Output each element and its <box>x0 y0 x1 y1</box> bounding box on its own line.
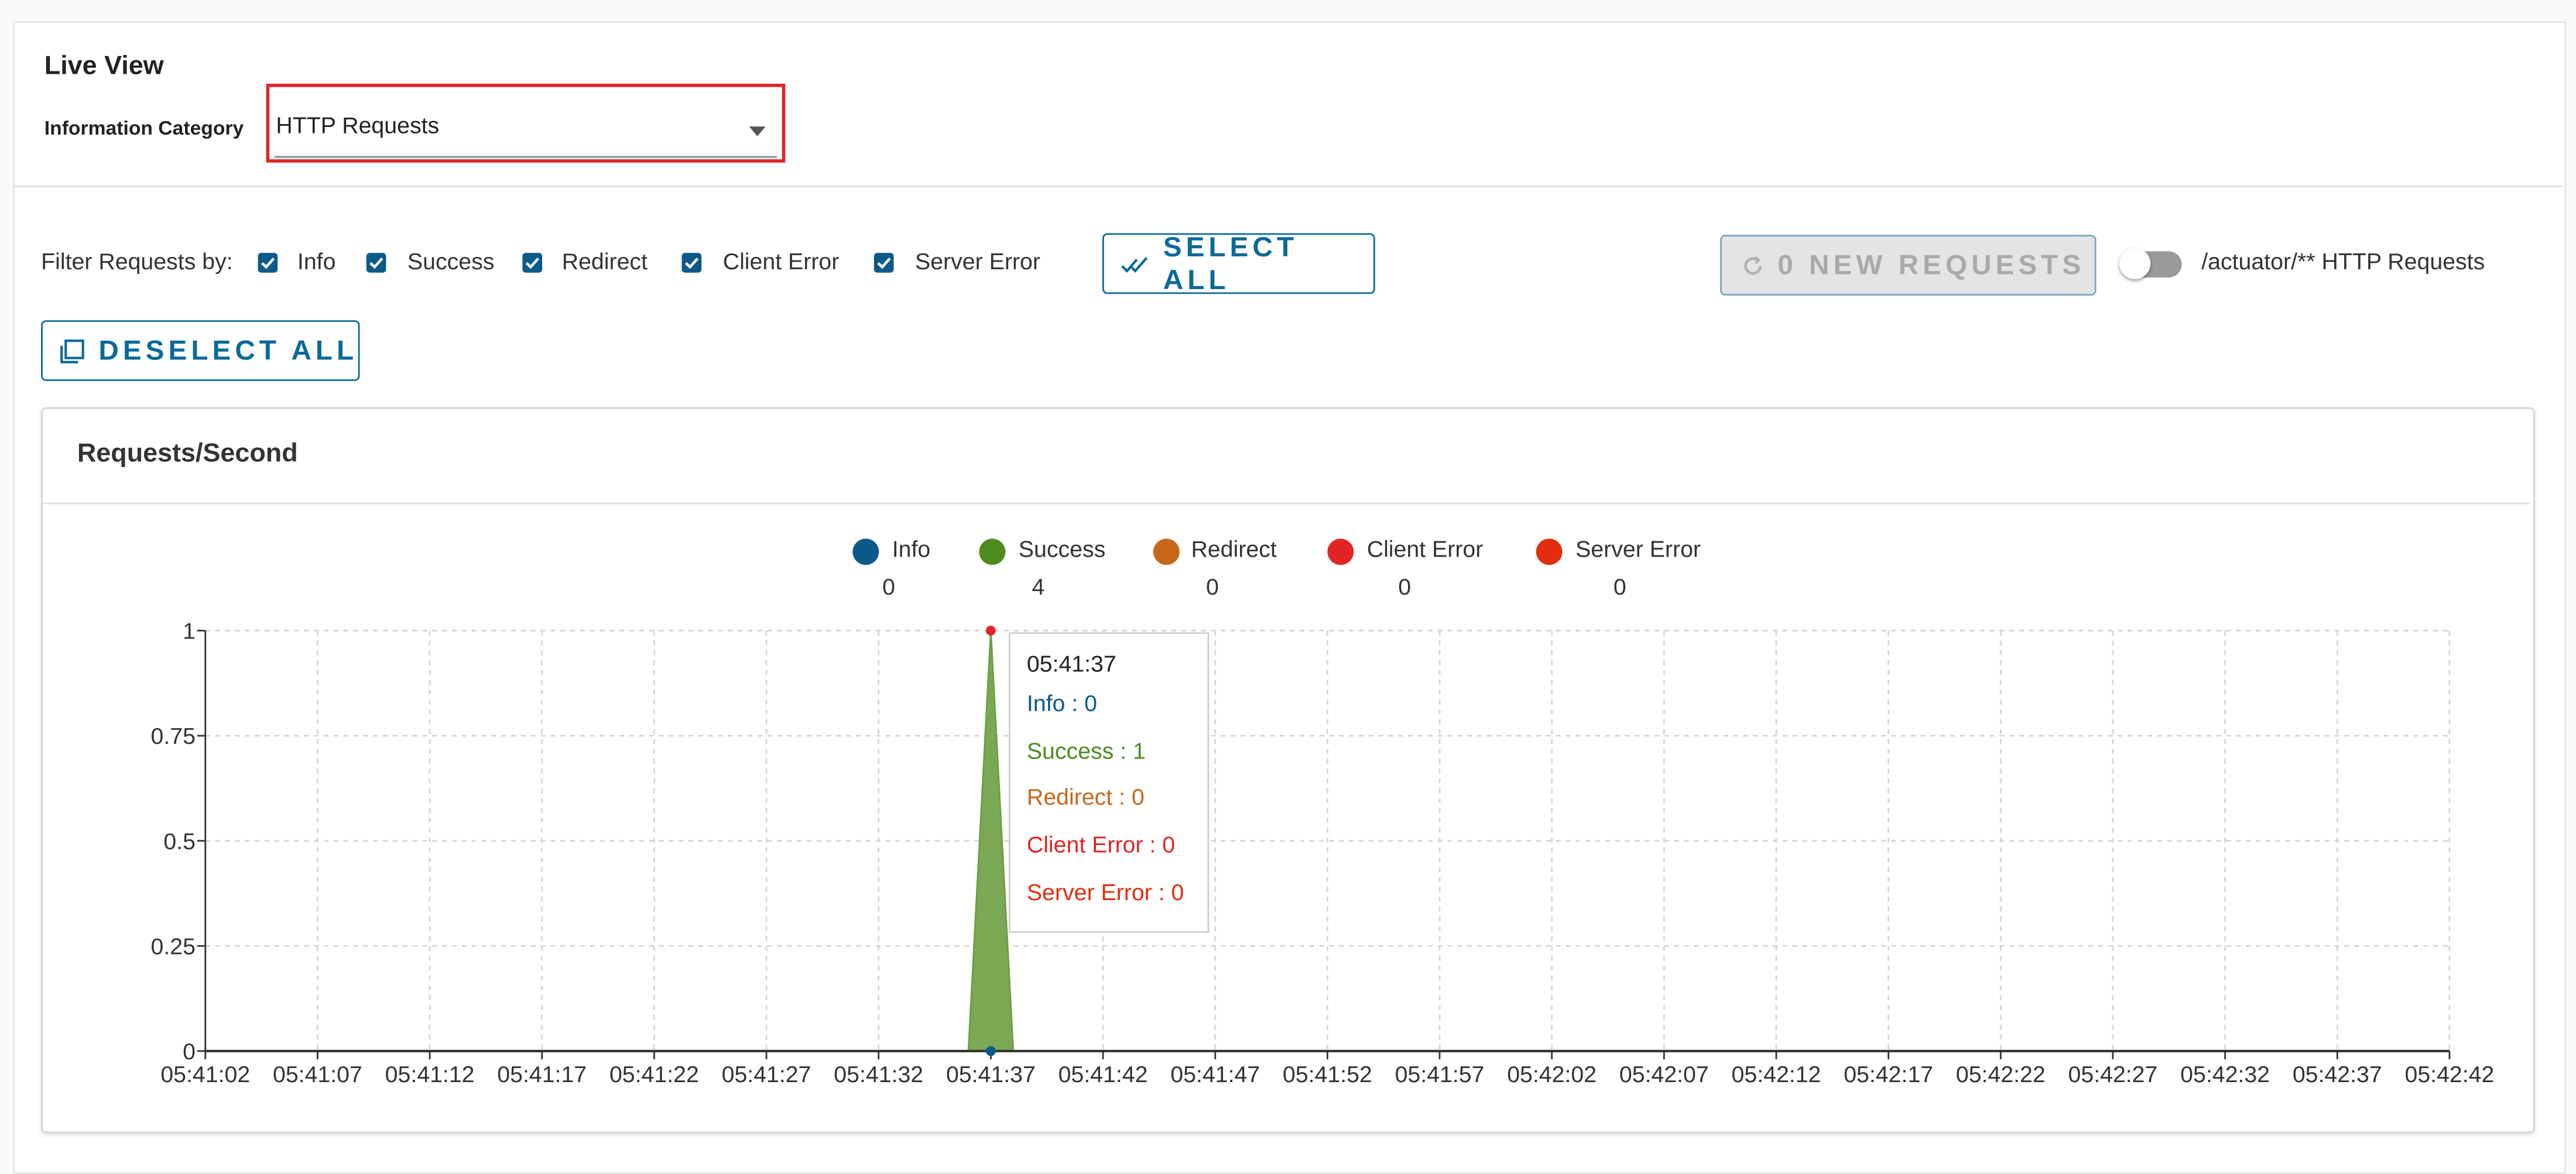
x-tick-label: 05:41:37 <box>946 1062 1036 1087</box>
x-tick-label: 05:41:17 <box>497 1062 587 1087</box>
tooltip-server-error: Server Error : 0 <box>1026 878 1184 905</box>
tooltip-client-error: Client Error : 0 <box>1026 830 1176 857</box>
y-tick-label: 0.75 <box>150 723 195 749</box>
x-tick-label: 05:41:47 <box>1170 1062 1260 1087</box>
y-tick-label: 0.25 <box>150 933 195 959</box>
live-view-screen: Live View Information Category HTTP Requ… <box>0 0 2576 1174</box>
x-tick-label: 05:41:07 <box>273 1062 362 1087</box>
x-tick-label: 05:41:32 <box>834 1062 923 1087</box>
x-tick-label: 05:41:27 <box>722 1062 811 1087</box>
tooltip-info: Info : 0 <box>1026 689 1097 716</box>
y-tick-label: 0.5 <box>163 829 196 854</box>
y-tick-label: 0 <box>183 1039 196 1065</box>
x-tick-label: 05:42:17 <box>1844 1062 1933 1087</box>
x-tick-label: 05:41:42 <box>1059 1062 1148 1087</box>
x-tick-label: 05:41:12 <box>385 1062 475 1087</box>
y-tick-label: 1 <box>183 619 196 644</box>
tooltip-success: Success : 1 <box>1026 737 1146 764</box>
x-tick-label: 05:41:02 <box>160 1062 250 1087</box>
x-tick-label: 05:42:32 <box>2180 1062 2270 1087</box>
tooltip-time: 05:41:37 <box>1026 650 1116 677</box>
x-tick-label: 05:42:27 <box>2068 1062 2158 1087</box>
x-tick-label: 05:41:22 <box>609 1062 699 1087</box>
tooltip-redirect: Redirect : 0 <box>1026 783 1145 810</box>
x-tick-label: 05:42:42 <box>2404 1062 2494 1087</box>
data-point-peak <box>985 626 996 636</box>
data-point-info <box>985 1046 996 1056</box>
x-tick-label: 05:41:57 <box>1395 1062 1485 1087</box>
x-tick-label: 05:42:22 <box>1956 1062 2046 1087</box>
chart-tooltip: 05:41:37 Info : 0 Success : 1 Redirect :… <box>1008 632 1210 933</box>
requests-per-second-chart: 0 0.25 0.5 0.75 1 05:41:02 05:41:07 05:41:12 05:… <box>150 619 2494 1088</box>
x-tick-label: 05:42:12 <box>1732 1062 1821 1087</box>
x-tick-label: 05:42:37 <box>2293 1062 2382 1087</box>
x-tick-label: 05:41:52 <box>1283 1062 1372 1087</box>
x-tick-label: 05:42:02 <box>1507 1062 1597 1087</box>
x-tick-label: 05:42:07 <box>1619 1062 1709 1087</box>
